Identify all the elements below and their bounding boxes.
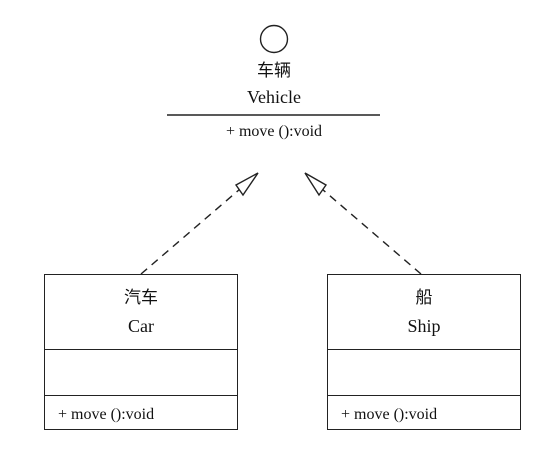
class-car: 汽车 Car + move ():void: [44, 274, 238, 430]
class-car-name-en: Car: [128, 316, 154, 336]
class-ship-name-cn: 船: [415, 288, 433, 308]
class-car-operations-section: [45, 395, 237, 396]
class-ship-operations-section: [328, 395, 520, 396]
class-ship-attributes-section: [328, 349, 520, 350]
interface-name-en: Vehicle: [247, 87, 301, 107]
class-ship-name-en: Ship: [407, 316, 441, 336]
class-car-operation: + move ():void: [58, 406, 155, 423]
class-ship: 船 Ship + move ():void: [327, 274, 521, 430]
interface-name-cn: 车辆: [257, 61, 291, 81]
interface-operation: + move ():void: [225, 123, 323, 140]
class-car-attributes-section: [45, 349, 237, 350]
ship-realization-arrowhead: [304, 172, 328, 197]
class-car-name-cn: 汽车: [124, 288, 158, 308]
car-realization-arrowhead: [234, 172, 259, 197]
class-ship-operation: + move ():void: [341, 406, 438, 423]
uml-class-diagram: 车辆 Vehicle + move ():void 汽车 Car + move …: [0, 0, 537, 451]
ship-realization-line: [321, 188, 422, 275]
interface-lollipop-icon: [259, 24, 289, 54]
car-realization-line: [140, 188, 241, 275]
